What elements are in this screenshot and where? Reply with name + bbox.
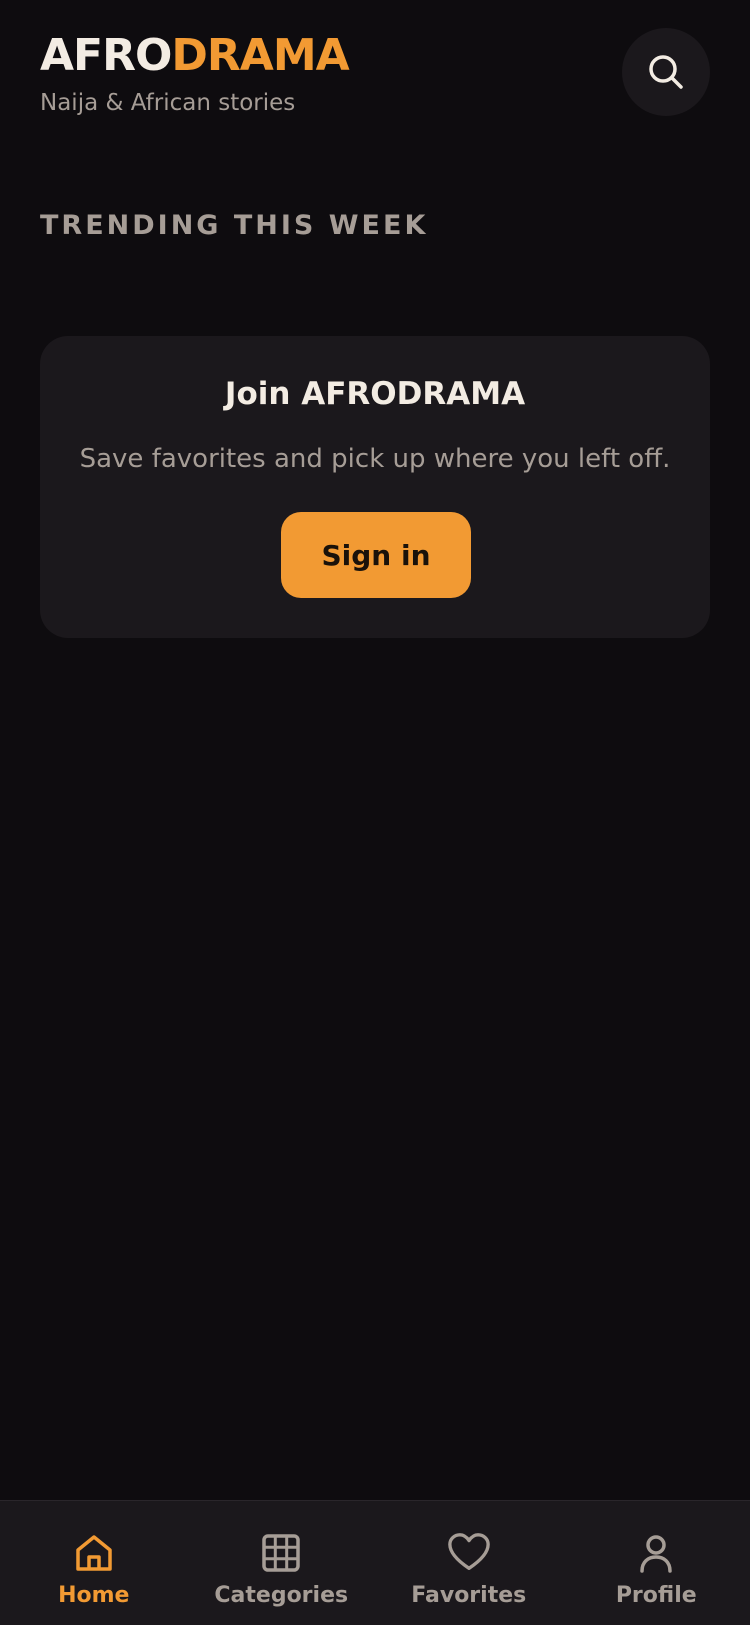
nav-label-categories: Categories: [214, 1583, 348, 1608]
search-icon: [647, 53, 685, 91]
join-card-text: Save favorites and pick up where you lef…: [40, 444, 710, 474]
bottom-nav: Home Categories Favorites: [0, 1500, 750, 1625]
nav-label-favorites: Favorites: [411, 1583, 526, 1608]
brand-tagline: Naija & African stories: [40, 88, 295, 118]
brand-logo: AFRODRAMA: [40, 28, 349, 84]
nav-item-home[interactable]: Home: [0, 1501, 188, 1625]
join-card-title: Join AFRODRAMA: [40, 376, 710, 412]
nav-label-profile: Profile: [616, 1583, 697, 1608]
brand-part-afro: AFRO: [40, 30, 171, 81]
section-title-trending: TRENDING THIS WEEK: [40, 210, 428, 241]
nav-label-home: Home: [58, 1583, 129, 1608]
app-header: AFRODRAMA Naija & African stories: [40, 28, 710, 128]
grid-icon: [259, 1531, 303, 1575]
heart-icon: [447, 1531, 491, 1575]
nav-item-categories[interactable]: Categories: [188, 1501, 376, 1625]
search-button[interactable]: [622, 28, 710, 116]
nav-item-profile[interactable]: Profile: [563, 1501, 750, 1625]
join-card: Join AFRODRAMA Save favorites and pick u…: [40, 336, 710, 638]
brand-part-drama: DRAMA: [171, 30, 348, 81]
home-icon: [72, 1531, 116, 1575]
user-icon: [634, 1531, 678, 1575]
nav-item-favorites[interactable]: Favorites: [375, 1501, 563, 1625]
sign-in-button[interactable]: Sign in: [281, 512, 471, 598]
